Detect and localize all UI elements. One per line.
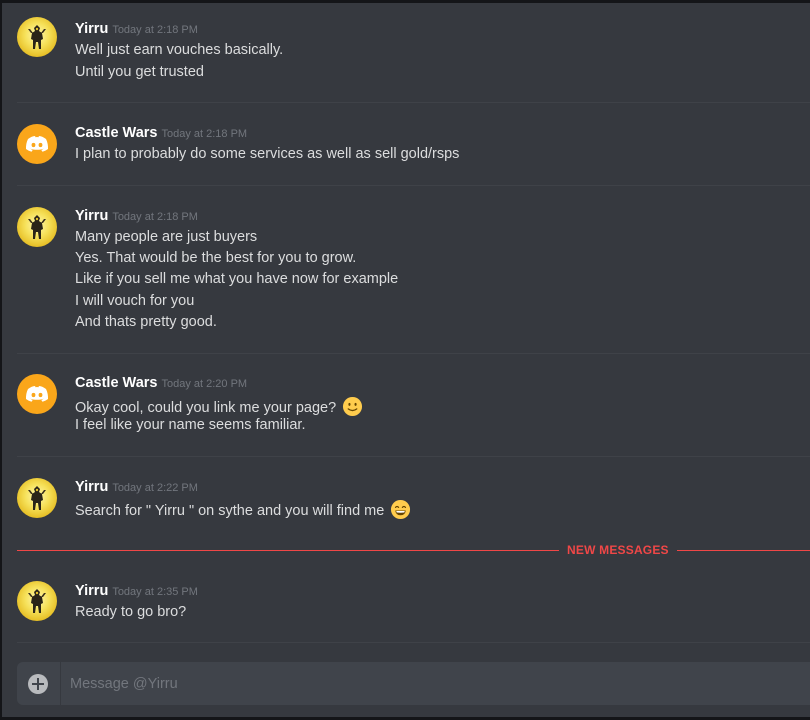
- plus-circle-icon[interactable]: [28, 674, 48, 694]
- message-composer: [17, 662, 810, 705]
- avatar[interactable]: [17, 207, 57, 247]
- message-text: I will vouch for you: [75, 293, 195, 309]
- username[interactable]: Castle Wars: [75, 375, 157, 391]
- avatar[interactable]: [17, 124, 57, 164]
- message-text: And thats pretty good.: [75, 314, 217, 330]
- chat-window: Yirru Today at 2:18 PM Well just earn vou…: [0, 0, 810, 720]
- message-text: Yes. That would be the best for you to g…: [75, 250, 357, 266]
- timestamp: Today at 2:18 PM: [112, 211, 198, 223]
- message-list: Yirru Today at 2:18 PM Well just earn vou…: [2, 3, 810, 720]
- username[interactable]: Castle Wars: [75, 125, 157, 141]
- composer-separator: [60, 662, 61, 705]
- message-divider: [17, 642, 810, 643]
- message-divider: [17, 353, 810, 354]
- message-divider: [17, 102, 810, 103]
- message-text: Like if you sell me what you have now fo…: [75, 271, 399, 287]
- message-divider: [17, 456, 810, 457]
- message-text-content: Search for " Yirru " on sythe and you wi…: [75, 503, 385, 519]
- timestamp: Today at 2:22 PM: [112, 482, 198, 494]
- message-text: Search for " Yirru " on sythe and you wi…: [75, 499, 411, 520]
- avatar[interactable]: [17, 478, 57, 518]
- warrior-avatar-icon: [28, 589, 46, 613]
- message-text-content: Okay cool, could you link me your page?: [75, 400, 337, 416]
- grinning-face-emoji-icon: [391, 499, 411, 520]
- message-text: I plan to probably do some services as w…: [75, 146, 460, 162]
- timestamp: Today at 2:18 PM: [112, 24, 198, 36]
- discord-logo-icon: [25, 386, 49, 402]
- avatar[interactable]: [17, 581, 57, 621]
- timestamp: Today at 2:20 PM: [161, 378, 248, 390]
- message-text: Okay cool, could you link me your page?: [75, 396, 363, 417]
- username[interactable]: Yirru: [75, 479, 108, 495]
- avatar[interactable]: [17, 17, 57, 57]
- message-text: Until you get trusted: [75, 64, 204, 80]
- message-text: I feel like your name seems familiar.: [75, 417, 306, 433]
- warrior-avatar-icon: [28, 486, 46, 510]
- username[interactable]: Yirru: [75, 583, 108, 599]
- new-messages-divider: [17, 550, 810, 551]
- slightly-smiling-face-emoji-icon: [343, 396, 363, 417]
- username[interactable]: Yirru: [75, 208, 108, 224]
- discord-logo-icon: [25, 136, 49, 152]
- avatar[interactable]: [17, 374, 57, 414]
- warrior-avatar-icon: [28, 25, 46, 49]
- message-text: Many people are just buyers: [75, 229, 258, 245]
- message-divider: [17, 185, 810, 186]
- username[interactable]: Yirru: [75, 21, 108, 37]
- message-input[interactable]: [70, 662, 800, 705]
- message-text: Ready to go bro?: [75, 604, 187, 620]
- timestamp: Today at 2:35 PM: [112, 586, 198, 598]
- new-messages-label: NEW MESSAGES: [559, 542, 677, 558]
- timestamp: Today at 2:18 PM: [161, 128, 248, 140]
- warrior-avatar-icon: [28, 215, 46, 239]
- message-text: Well just earn vouches basically.: [75, 42, 284, 58]
